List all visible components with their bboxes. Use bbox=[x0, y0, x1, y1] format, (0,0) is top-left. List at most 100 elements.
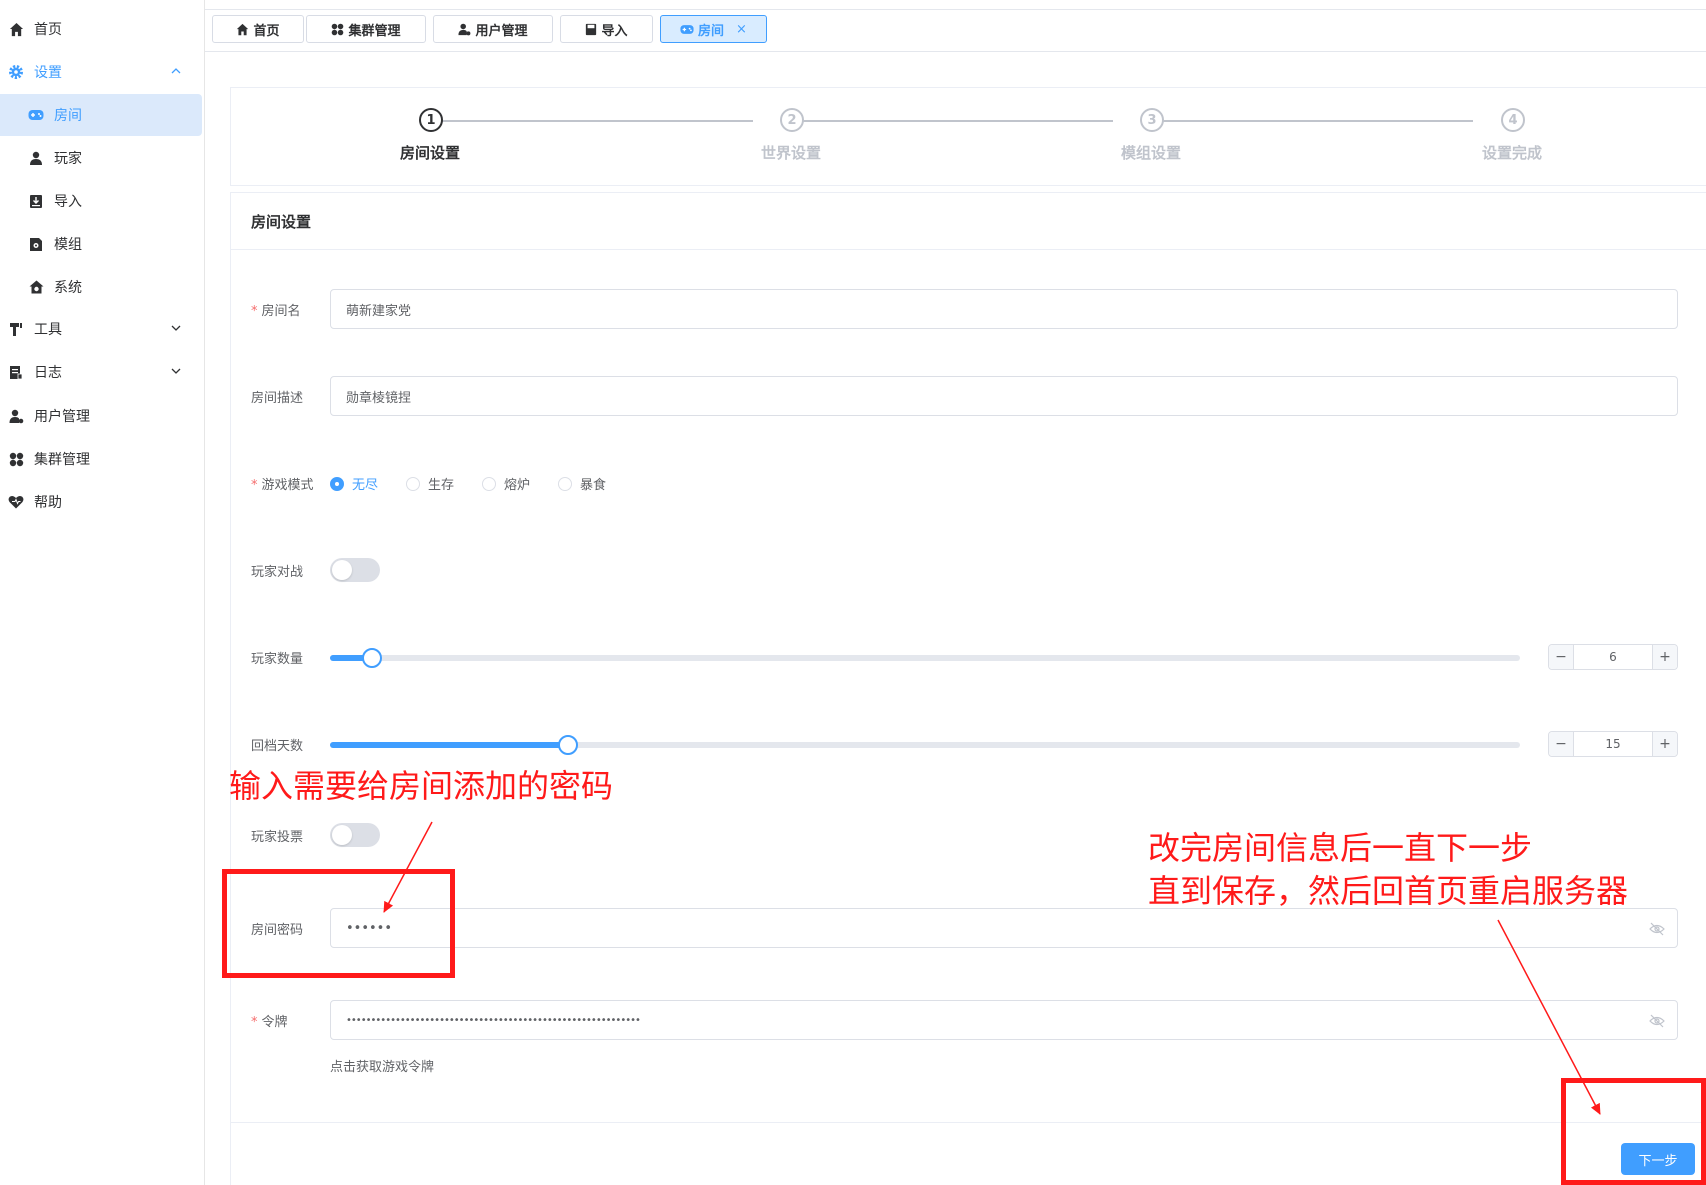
home-icon bbox=[237, 23, 249, 35]
eye-off-icon[interactable] bbox=[1649, 921, 1665, 937]
tab-bar: 首页 集群管理 用户管理 导入 房间 × bbox=[205, 9, 1706, 52]
sidebar-item-system[interactable]: 系统 bbox=[0, 266, 202, 308]
tab-room[interactable]: 房间 × bbox=[660, 15, 767, 43]
sidebar-item-label: 日志 bbox=[34, 365, 62, 381]
tab-cluster-manage[interactable]: 集群管理 bbox=[306, 15, 426, 43]
increment-button[interactable]: + bbox=[1652, 732, 1677, 756]
tab-home[interactable]: 首页 bbox=[212, 15, 304, 43]
game-mode-label: * 游戏模式 bbox=[251, 478, 314, 493]
game-mode-radio-group: 无尽 生存 熔炉 暴食 bbox=[330, 474, 634, 493]
step-4-icon: 4 bbox=[1501, 108, 1525, 132]
step-1-icon: 1 bbox=[419, 108, 443, 132]
eye-off-icon[interactable] bbox=[1649, 1013, 1665, 1029]
room-password-input[interactable]: •••••• bbox=[330, 908, 1678, 948]
sidebar-item-label: 导入 bbox=[54, 194, 82, 210]
sidebar-item-label: 模组 bbox=[54, 237, 82, 253]
sidebar-item-label: 帮助 bbox=[34, 495, 62, 511]
sidebar-item-label: 设置 bbox=[34, 65, 62, 81]
token-input[interactable]: ••••••••••••••••••••••••••••••••••••••••… bbox=[330, 1000, 1678, 1040]
increment-button[interactable]: + bbox=[1652, 645, 1677, 669]
required-mark: * bbox=[251, 478, 258, 493]
annotation-password-note: 输入需要给房间添加的密码 bbox=[229, 767, 614, 805]
token-label: * 令牌 bbox=[251, 1015, 288, 1030]
player-count-label: 玩家数量 bbox=[251, 652, 304, 667]
room-name-label: * 房间名 bbox=[251, 304, 301, 319]
player-vote-switch[interactable] bbox=[330, 823, 380, 847]
step-connector bbox=[431, 120, 753, 122]
pvp-label: 玩家对战 bbox=[251, 565, 304, 580]
player-count-slider[interactable] bbox=[330, 648, 1520, 668]
required-mark: * bbox=[251, 304, 258, 319]
slider-fill bbox=[330, 742, 568, 748]
tab-import[interactable]: 导入 bbox=[560, 15, 653, 43]
slider-handle[interactable] bbox=[361, 648, 382, 668]
cluster-icon bbox=[7, 450, 25, 468]
log-icon bbox=[7, 363, 25, 381]
close-icon[interactable]: × bbox=[736, 22, 747, 37]
annotation-next-note-line2: 直到保存，然后回首页重启服务器 bbox=[1148, 872, 1629, 910]
radio-dot bbox=[406, 476, 421, 491]
sidebar-item-label: 玩家 bbox=[54, 151, 82, 167]
radio-gorge[interactable]: 暴食 bbox=[558, 474, 606, 493]
sidebar-item-home[interactable]: 首页 bbox=[0, 8, 202, 50]
radio-dot bbox=[330, 476, 344, 491]
room-desc-label: 房间描述 bbox=[251, 391, 304, 406]
step-4-title: 设置完成 bbox=[1482, 144, 1543, 162]
step-connector bbox=[791, 120, 1113, 122]
sidebar-item-log[interactable]: 日志 bbox=[0, 351, 202, 393]
sidebar-item-cluster[interactable]: 集群管理 bbox=[0, 438, 202, 480]
tab-label: 集群管理 bbox=[348, 23, 401, 39]
help-icon bbox=[7, 493, 25, 511]
stepper-value[interactable]: 15 bbox=[1574, 737, 1652, 751]
home-icon bbox=[7, 20, 25, 38]
radio-dot bbox=[558, 476, 573, 491]
rollback-days-stepper: − 15 + bbox=[1548, 731, 1678, 757]
sidebar-item-label: 用户管理 bbox=[34, 409, 90, 425]
stepper-value[interactable]: 6 bbox=[1574, 650, 1652, 664]
tab-label: 首页 bbox=[253, 23, 280, 39]
slider-handle[interactable] bbox=[558, 735, 578, 755]
switch-knob bbox=[332, 560, 352, 580]
room-name-input[interactable]: 萌新建家党 bbox=[330, 289, 1678, 329]
radio-dot bbox=[482, 476, 497, 491]
sidebar-item-mod[interactable]: 模组 bbox=[0, 223, 202, 265]
sidebar-item-label: 系统 bbox=[54, 280, 82, 296]
sidebar-item-label: 首页 bbox=[34, 22, 62, 38]
pvp-switch[interactable] bbox=[330, 558, 380, 582]
radio-survival[interactable]: 生存 bbox=[406, 474, 454, 493]
step-3-title: 模组设置 bbox=[1121, 144, 1182, 162]
tools-icon bbox=[7, 320, 25, 338]
gear-icon bbox=[7, 63, 25, 81]
sidebar-item-user-manage[interactable]: 用户管理 bbox=[0, 395, 202, 437]
user-icon bbox=[27, 149, 45, 167]
sidebar-item-help[interactable]: 帮助 bbox=[0, 481, 202, 523]
radio-forge[interactable]: 熔炉 bbox=[482, 474, 530, 493]
decrement-button[interactable]: − bbox=[1549, 732, 1574, 756]
gamepad-icon bbox=[27, 106, 45, 124]
sidebar-item-import[interactable]: 导入 bbox=[0, 180, 202, 222]
system-icon bbox=[27, 278, 45, 296]
player-vote-label: 玩家投票 bbox=[251, 830, 304, 845]
user-manage-icon bbox=[458, 23, 471, 35]
switch-knob bbox=[332, 825, 352, 845]
rollback-days-slider[interactable] bbox=[330, 735, 1520, 755]
radio-endless[interactable]: 无尽 bbox=[330, 474, 378, 493]
tab-label: 用户管理 bbox=[475, 23, 528, 39]
chevron-down-icon bbox=[170, 322, 182, 334]
decrement-button[interactable]: − bbox=[1549, 645, 1574, 669]
import-icon bbox=[586, 23, 597, 35]
sidebar-item-room[interactable]: 房间 bbox=[0, 94, 202, 136]
step-1-title: 房间设置 bbox=[400, 144, 461, 162]
step-connector bbox=[1151, 120, 1473, 122]
player-count-stepper: − 6 + bbox=[1548, 644, 1678, 670]
sidebar-item-tools[interactable]: 工具 bbox=[0, 308, 202, 350]
room-settings-card: 房间设置 * 房间名 萌新建家党 房间描述 勋章棱镜捏 * 游戏模式 无尽 生存 熔… bbox=[230, 192, 1706, 1185]
sidebar-item-settings[interactable]: 设置 bbox=[0, 51, 202, 93]
room-desc-input[interactable]: 勋章棱镜捏 bbox=[330, 376, 1678, 416]
chevron-up-icon bbox=[170, 65, 182, 77]
sidebar-item-player[interactable]: 玩家 bbox=[0, 137, 202, 179]
tab-user-manage[interactable]: 用户管理 bbox=[433, 15, 553, 43]
sidebar-item-label: 工具 bbox=[34, 322, 62, 338]
sidebar-item-label: 房间 bbox=[54, 108, 82, 124]
get-token-link[interactable]: 点击获取游戏令牌 bbox=[330, 1056, 434, 1075]
